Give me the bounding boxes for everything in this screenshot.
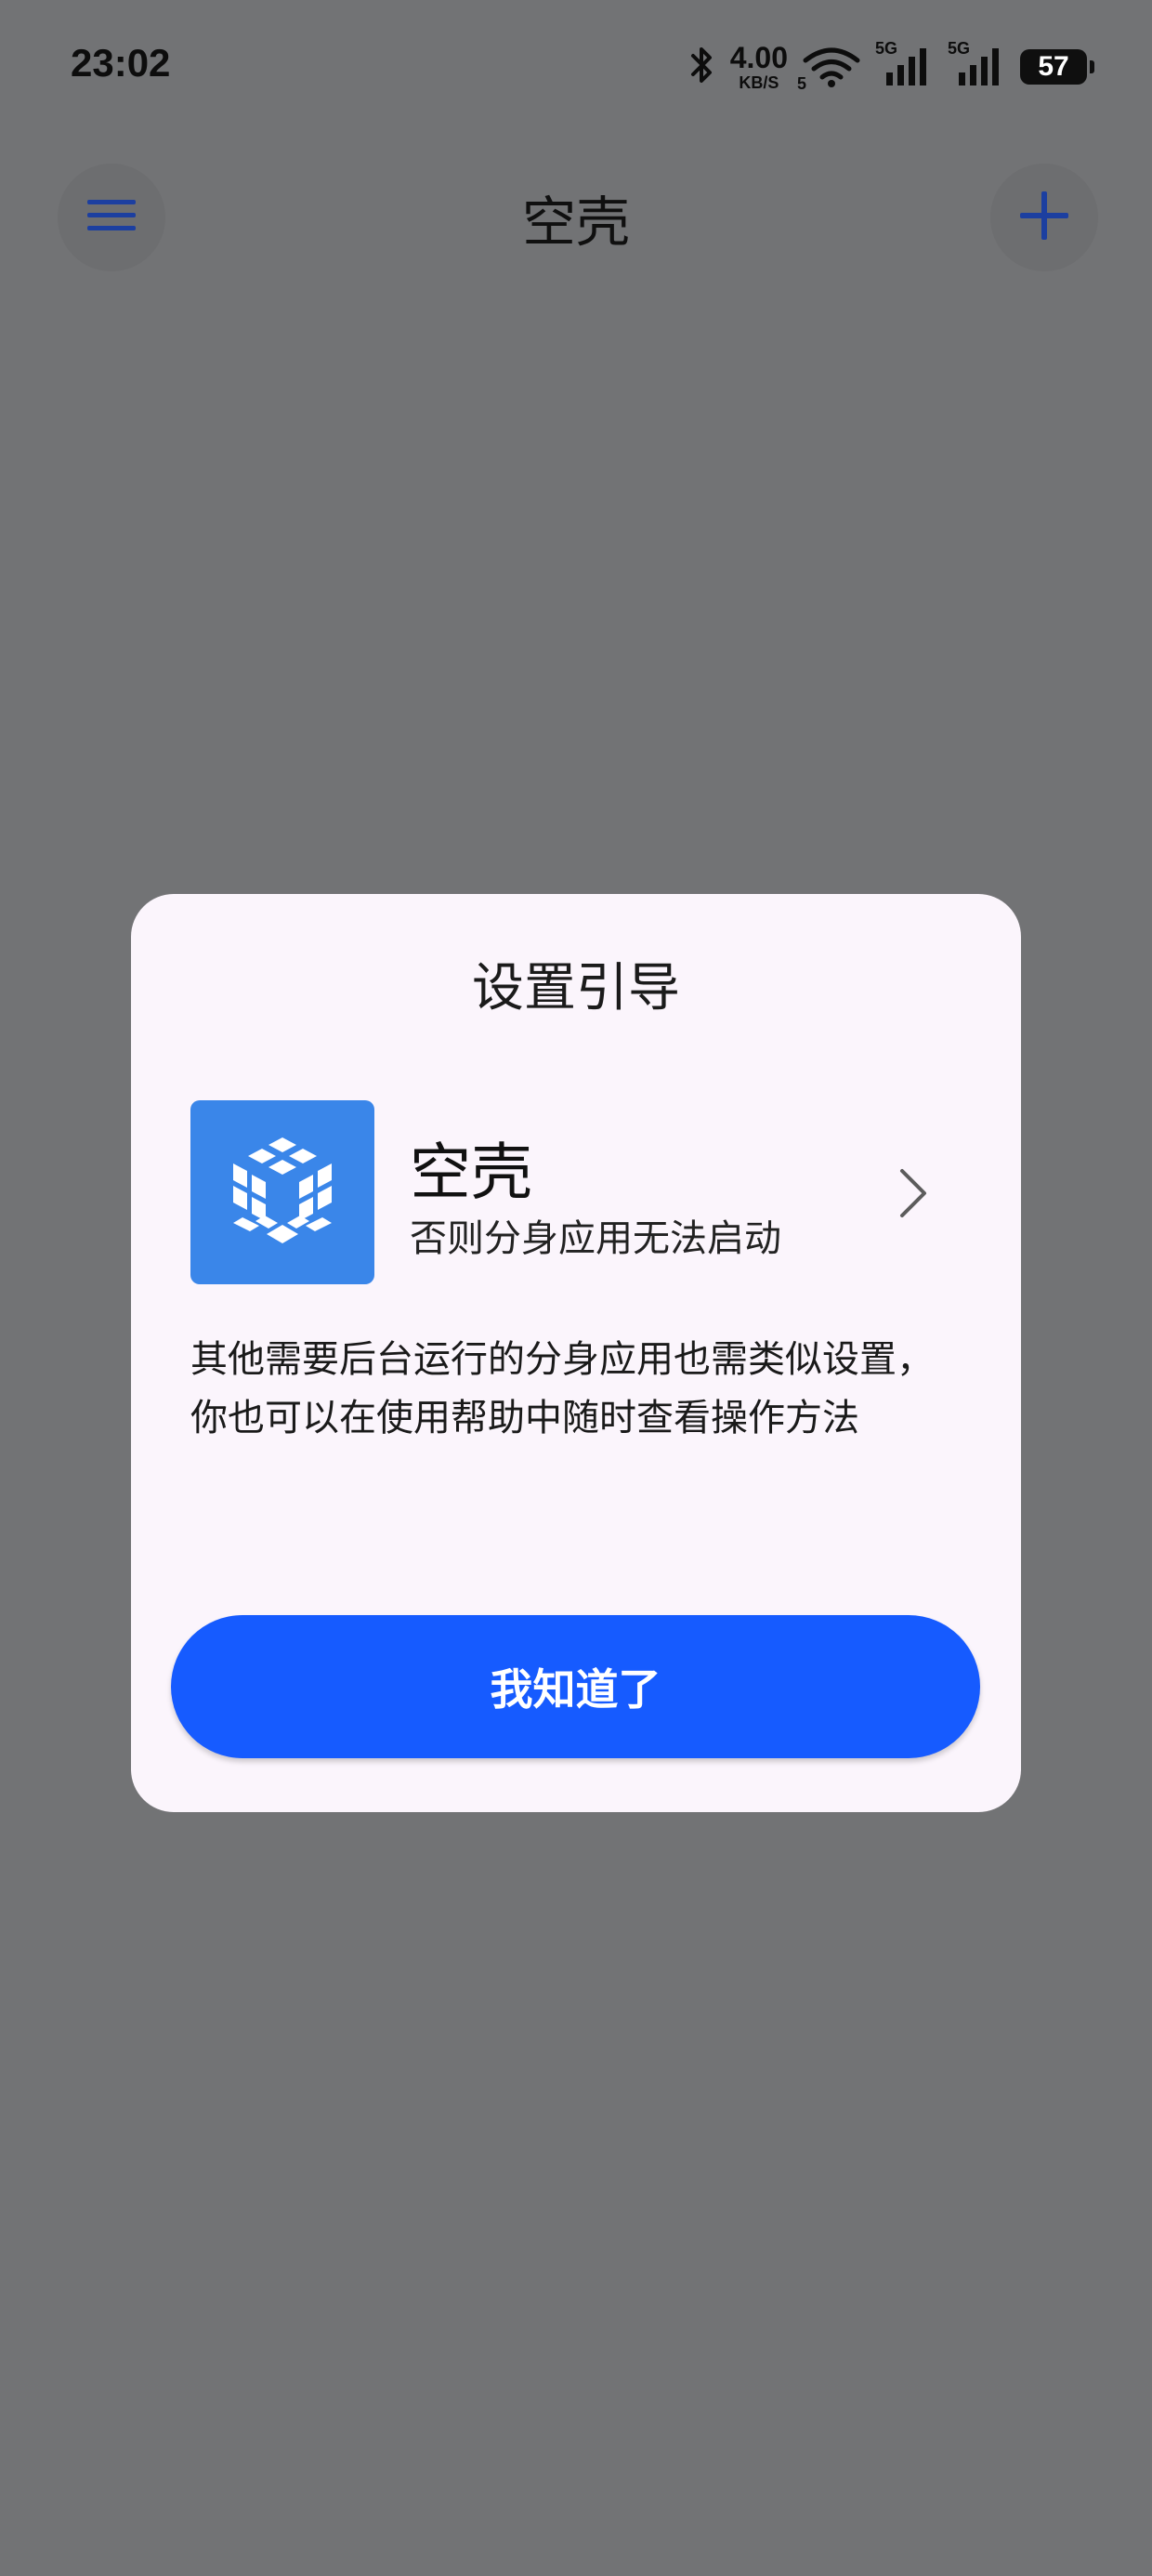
wifi-icon: 5 bbox=[797, 46, 860, 93]
plus-icon bbox=[1018, 190, 1070, 245]
status-time: 23:02 bbox=[71, 41, 171, 85]
top-app-bar: 空壳 bbox=[0, 158, 1152, 279]
confirm-button[interactable]: 我知道了 bbox=[171, 1615, 980, 1758]
bluetooth-icon bbox=[687, 45, 715, 89]
network-speed: 4.00 KB/S bbox=[729, 41, 788, 92]
signal-icon: 5G bbox=[948, 39, 1005, 89]
page-title: 空壳 bbox=[521, 191, 630, 254]
battery-icon: 57 bbox=[1020, 49, 1094, 85]
app-name: 空壳 bbox=[410, 1137, 532, 1208]
app-setting-row[interactable]: 空壳 否则分身应用无法启动 bbox=[190, 1100, 989, 1286]
dialog-title: 设置引导 bbox=[472, 958, 680, 1019]
status-bar: 23:02 4.00 KB/S 5 5G 5G 57 bbox=[0, 0, 1152, 139]
wifi-badge: 5 bbox=[797, 74, 807, 93]
chevron-right-icon bbox=[895, 1167, 932, 1219]
battery-level: 57 bbox=[1038, 51, 1069, 82]
setup-guide-dialog: 设置引导 空壳 否则分身应用无法启动 其他需要后台运行的分身应用也需类似设置，你… bbox=[131, 894, 1021, 1812]
add-button[interactable] bbox=[990, 164, 1098, 271]
dialog-description: 其他需要后台运行的分身应用也需类似设置，你也可以在使用帮助中随时查看操作方法 bbox=[190, 1338, 934, 1439]
signal-icon: 5G bbox=[875, 39, 933, 89]
app-icon bbox=[190, 1100, 374, 1284]
status-icons: 4.00 KB/S 5 5G 5G 57 bbox=[687, 39, 1094, 95]
app-subtitle: 否则分身应用无法启动 bbox=[410, 1217, 781, 1260]
